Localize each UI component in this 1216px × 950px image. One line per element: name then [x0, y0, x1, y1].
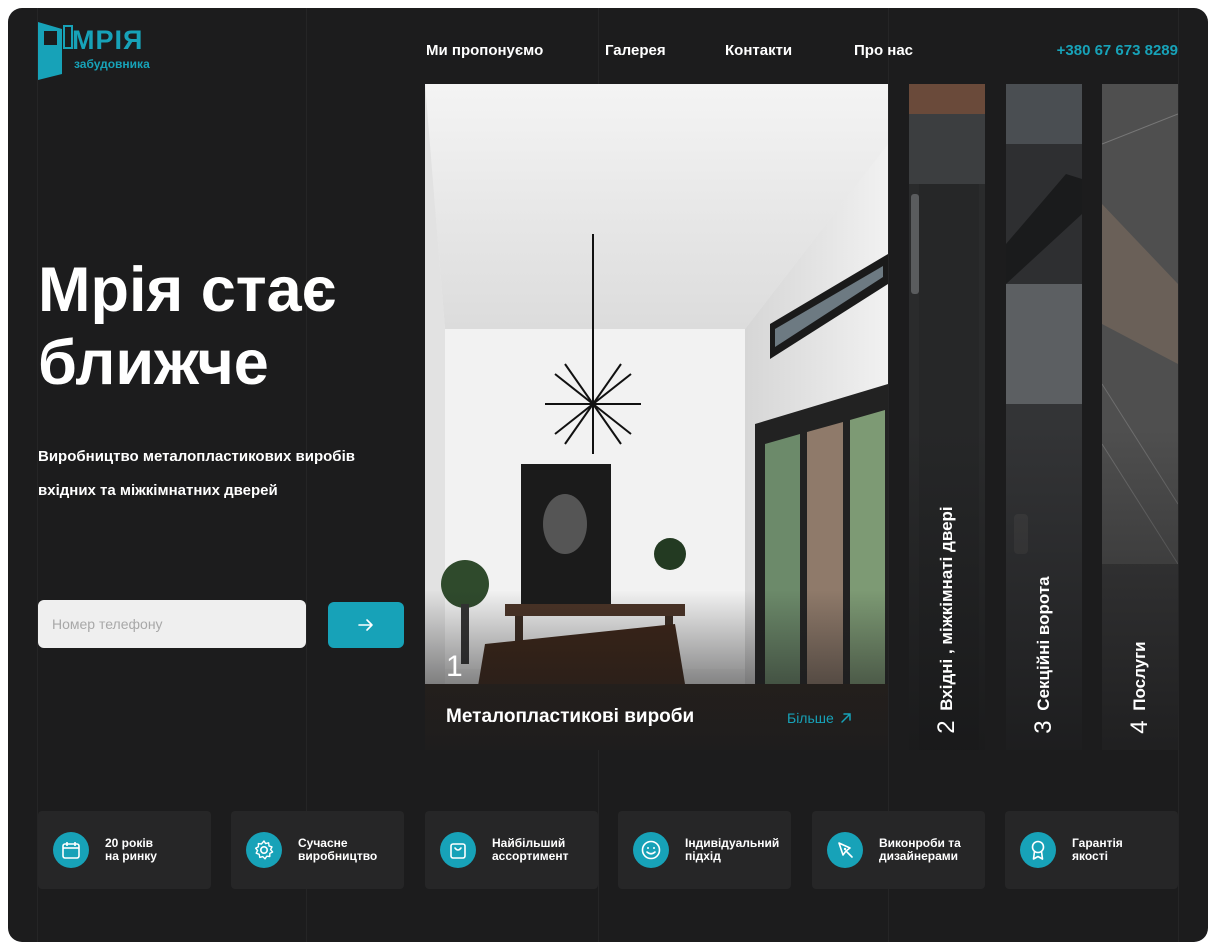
smile-icon: [633, 832, 669, 868]
brand-name: МРІЯ: [72, 25, 144, 55]
feature-line: якості: [1072, 849, 1108, 863]
strip-number: 2: [933, 720, 960, 734]
strip-caption: 4 Послуги: [1126, 641, 1154, 734]
feature-text: Індивідуальний підхід: [685, 837, 785, 863]
page-frame: МРІЯ забудовника Ми пропонуємо Галерея К…: [8, 8, 1208, 942]
column-guide: [888, 8, 889, 942]
hero-subtitle-line: вхідних та міжкімнатних дверей: [38, 482, 278, 499]
hero-subtitle-line: Виробництво металопластикових виробів: [38, 448, 355, 465]
strip-number: 3: [1030, 720, 1057, 734]
hero-title: Мрія стає ближче: [38, 254, 418, 400]
feature-card-quality: Гарантія якості: [1005, 811, 1178, 889]
hero-title-line: Мрія стає: [38, 255, 337, 325]
feature-text: Гарантія якості: [1072, 837, 1172, 863]
nav-item-contacts[interactable]: Контакти: [725, 42, 792, 59]
pen-tool-icon: [827, 832, 863, 868]
strip-caption: 3 Секційні ворота: [1030, 576, 1058, 734]
category-number: 1: [446, 650, 463, 683]
feature-line: ассортимент: [492, 849, 569, 863]
strip-label: Послуги: [1130, 641, 1149, 711]
brand-tagline: забудовника: [74, 57, 150, 71]
feature-line: виробництво: [298, 849, 378, 863]
feature-card-experience: 20 років на ринку: [38, 811, 211, 889]
nav-item-about[interactable]: Про нас: [854, 42, 913, 59]
strip-label: Вхідні , міжкімнаті двері: [937, 506, 956, 711]
gear-icon: [246, 832, 282, 868]
feature-card-designers: Виконроби та дизайнерами: [812, 811, 985, 889]
hero-subtitle: Виробництво металопластикових виробів вх…: [38, 440, 398, 508]
nav-item-offers[interactable]: Ми пропонуємо: [426, 42, 543, 59]
hero-title-line: ближче: [38, 328, 269, 398]
more-link-label: Більше: [787, 710, 834, 726]
strip-caption: 2 Вхідні , міжкімнаті двері: [933, 506, 961, 734]
category-strip-doors[interactable]: 2 Вхідні , міжкімнаті двері: [909, 84, 985, 750]
feature-text: Виконроби та дизайнерами: [879, 837, 979, 863]
door-logo-icon: [38, 22, 73, 80]
feature-card-individual: Індивідуальний підхід: [618, 811, 791, 889]
category-card-metal-plastic[interactable]: 1 Металопластикові вироби Більше: [425, 84, 888, 750]
strip-number: 4: [1126, 720, 1153, 734]
column-guide: [1178, 8, 1179, 942]
feature-line: підхід: [685, 849, 721, 863]
phone-submit-button[interactable]: [328, 602, 404, 648]
shopping-bag-icon: [440, 832, 476, 868]
feature-line: дизайнерами: [879, 849, 959, 863]
arrow-up-right-icon: [841, 713, 851, 723]
strip-label: Секційні ворота: [1034, 576, 1053, 711]
category-strip-services[interactable]: 4 Послуги: [1102, 84, 1178, 750]
feature-text: Найбільший ассортимент: [492, 837, 592, 863]
calendar-icon: [53, 832, 89, 868]
nav-item-gallery[interactable]: Галерея: [605, 42, 666, 59]
feature-text: 20 років на ринку: [105, 837, 205, 863]
award-icon: [1020, 832, 1056, 868]
arrow-right-icon: [358, 619, 373, 631]
category-strip-gates[interactable]: 3 Секційні ворота: [1006, 84, 1082, 750]
more-link[interactable]: Більше: [787, 710, 852, 726]
feature-text: Сучасне виробництво: [298, 837, 398, 863]
phone-number-input[interactable]: [38, 600, 306, 648]
feature-line: на ринку: [105, 849, 157, 863]
feature-card-production: Сучасне виробництво: [231, 811, 404, 889]
brand-logo[interactable]: МРІЯ забудовника: [38, 22, 168, 80]
category-label: Металопластикові вироби: [446, 706, 695, 727]
header-phone-link[interactable]: +380 67 673 8289: [1057, 42, 1178, 59]
feature-card-assortment: Найбільший ассортимент: [425, 811, 598, 889]
